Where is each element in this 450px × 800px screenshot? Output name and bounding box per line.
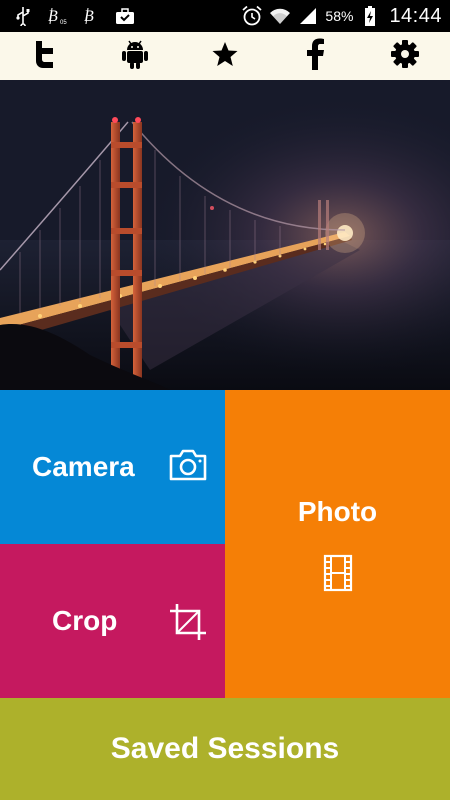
camera-icon [168,448,208,482]
twitter-icon [31,39,59,74]
notification-b-icon: B 05 [46,5,68,27]
svg-text:B: B [84,8,94,25]
status-bar: B 05 B 58% 14:44 [0,0,450,32]
camera-tile[interactable]: Camera [0,390,225,544]
usb-icon [12,5,34,27]
twitter-button[interactable] [21,32,69,80]
crop-label: Crop [52,605,118,636]
alarm-icon [241,5,263,27]
favorites-button[interactable] [201,32,249,80]
settings-button[interactable] [381,32,429,80]
hero-photo [0,80,450,390]
crop-icon [168,602,208,642]
top-toolbar [0,32,450,81]
bridge-photo [0,80,450,390]
battery-percent: 58% [325,8,354,24]
svg-text:05: 05 [60,20,67,26]
facebook-button[interactable] [291,32,339,80]
star-icon [211,40,239,73]
wifi-icon [269,5,291,27]
android-button[interactable] [111,32,159,80]
signal-icon [297,5,319,27]
gear-icon [390,39,420,74]
photo-label: Photo [297,496,378,527]
notification-b2-icon: B [80,5,102,27]
facebook-icon [305,38,325,75]
battery-icon [359,5,381,27]
status-left-icons: B 05 B [0,5,136,27]
saved-sessions-tile[interactable]: Saved Sessions [0,698,450,800]
camera-label: Camera [32,451,135,482]
film-icon [323,554,353,592]
briefcase-icon [114,5,136,27]
saved-sessions-label: Saved Sessions [110,732,340,765]
status-time: 14:44 [389,4,442,27]
android-icon [120,38,150,75]
photo-tile[interactable]: Photo [225,390,450,698]
crop-tile[interactable]: Crop [0,544,225,698]
status-right-icons: 58% 14:44 [241,5,450,28]
svg-text:B: B [48,8,58,25]
